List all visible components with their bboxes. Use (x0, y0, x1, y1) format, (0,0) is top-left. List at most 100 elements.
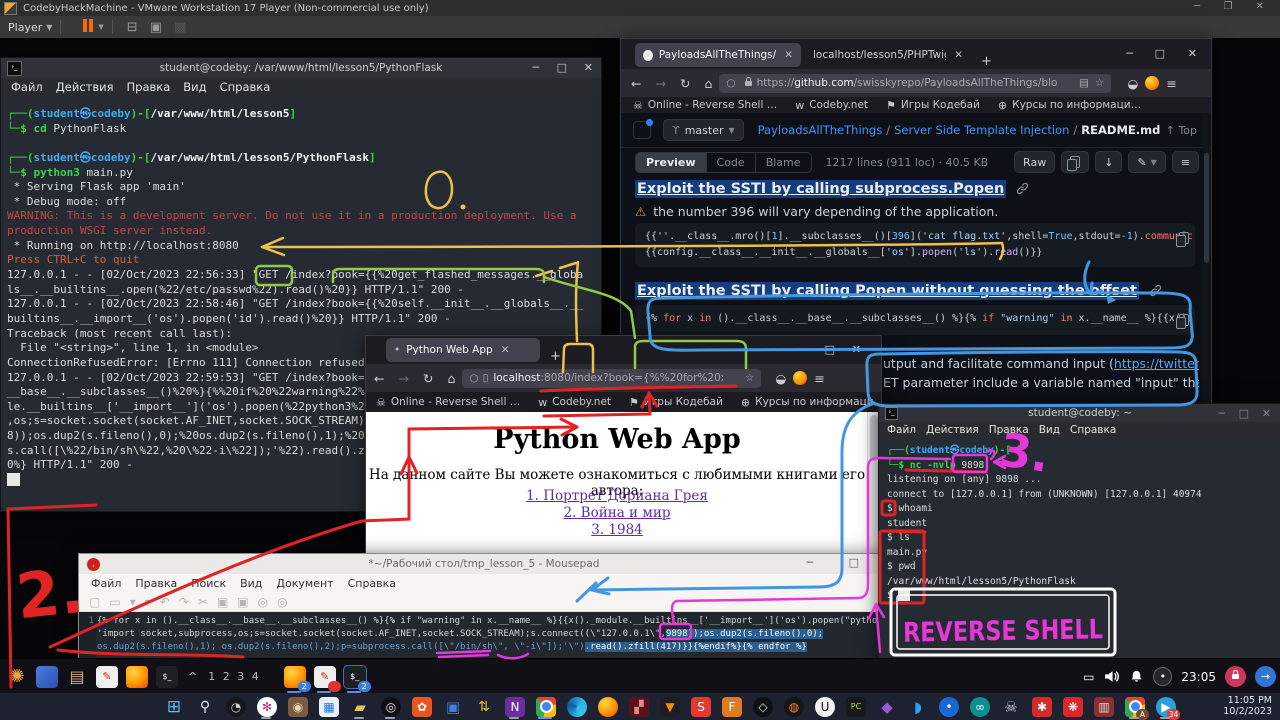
sidebar-toggle-icon[interactable] (633, 121, 651, 139)
maroon-app-icon[interactable]: ▞ (628, 696, 650, 718)
gauge-app-icon[interactable]: ◔ (225, 696, 247, 718)
notifications-bell-icon[interactable] (1129, 669, 1144, 684)
display-icon[interactable]: ▭ (1083, 670, 1094, 684)
tab-payloadsallthethings[interactable]: PayloadsAllTheThings/Se ✕ (635, 43, 801, 67)
location-pin-icon[interactable]: • (938, 696, 960, 718)
outline-button[interactable]: ≡ (1172, 151, 1199, 173)
minimize-button[interactable]: ─ (802, 343, 809, 356)
toolbox-app-icon[interactable]: ▥ (1093, 696, 1115, 718)
forward-button[interactable]: → (398, 371, 408, 386)
editor-code[interactable]: {% for x in ().__class__.__base__.__subc… (97, 615, 889, 658)
save-icon[interactable]: ▾ (130, 595, 136, 609)
menu-search[interactable]: Поиск (191, 577, 226, 590)
book-link-2[interactable]: 2. Война и мир (366, 505, 868, 522)
tab-close-icon[interactable]: ✕ (784, 49, 793, 61)
menu-file[interactable]: Файл (887, 424, 916, 436)
chrome-profile-icon[interactable]: A (1124, 696, 1146, 718)
back-to-top-link[interactable]: ↑ Top (1166, 124, 1197, 137)
home-button[interactable]: ⌂ (447, 371, 455, 386)
minimize-button[interactable]: ─ (1218, 407, 1225, 420)
telegram-icon[interactable]: ▶34 (1155, 696, 1177, 718)
codeby-menu-icon[interactable]: ✺ (4, 664, 30, 690)
minimize-button[interactable]: ─ (532, 61, 539, 74)
minimize-button[interactable]: ─ (1126, 47, 1133, 60)
menu-help[interactable]: Справка (1070, 424, 1116, 436)
portrait-app-icon[interactable]: ◉ (287, 696, 309, 718)
file-manager-icon[interactable]: ▤ (64, 664, 90, 690)
chrome-icon[interactable] (535, 696, 557, 718)
tab-preview[interactable]: Preview (636, 153, 707, 172)
text-editor-icon[interactable]: ✎ (94, 664, 120, 690)
dark-ring-app-icon[interactable]: ◎ (380, 696, 402, 718)
window-controls[interactable]: ─ □ (806, 556, 875, 569)
bookmark-games[interactable]: ⚑Игры Кодебай (886, 99, 980, 112)
tab-close-icon[interactable]: ✕ (501, 344, 510, 356)
firefox-icon[interactable] (124, 664, 150, 690)
raw-button[interactable]: Raw (1014, 151, 1055, 173)
address-bar[interactable]: ○ https://github.com/swisskyrepo/Payload… (719, 74, 1111, 93)
red-gear-app-icon[interactable]: ✱ (1031, 696, 1053, 718)
menu-actions[interactable]: Действия (56, 80, 114, 94)
code-block-2[interactable]: {% for x in ().__class__.__base__.__subc… (635, 305, 1195, 335)
fullscreen-icon[interactable]: ▣ (150, 20, 162, 35)
back-button[interactable]: ← (374, 371, 384, 386)
copy-code-icon[interactable] (1179, 311, 1189, 330)
mousepad-task[interactable]: ✎ (312, 664, 338, 690)
bookmark-star-icon[interactable]: ☆ (1095, 77, 1104, 89)
reload-button[interactable]: ↻ (680, 76, 690, 91)
skull-app-icon[interactable]: ☠ (1000, 696, 1022, 718)
menu-hamburger-icon[interactable]: ≡ (1166, 76, 1176, 91)
forward-button[interactable]: → (655, 76, 665, 91)
menu-edit[interactable]: Правка (135, 577, 177, 590)
fl-app-icon[interactable]: F (721, 696, 743, 718)
menu-view[interactable]: Вид (183, 80, 206, 94)
copy-raw-button[interactable] (1061, 151, 1089, 173)
updates-arrow-icon[interactable]: → (1255, 666, 1276, 687)
copy-icon[interactable]: ▣ (217, 595, 228, 609)
orange-gear-app-icon[interactable]: ✿ (411, 696, 433, 718)
menu-help[interactable]: Справка (220, 80, 271, 94)
blender-icon[interactable]: ◍ (783, 696, 805, 718)
search-icon[interactable]: ⚲ (194, 696, 216, 718)
slack-app-icon[interactable]: ✻ (256, 696, 278, 718)
paste-icon[interactable]: ▣ (237, 595, 248, 609)
breadcrumb-section[interactable]: Server Side Template Injection (894, 123, 1069, 137)
firefox-account-icon[interactable] (793, 371, 807, 385)
maximize-button[interactable]: □ (1239, 407, 1249, 420)
reload-button[interactable]: ↻ (423, 371, 433, 386)
mousepad-editor[interactable]: 1 {% for x in ().__class__.__base__.__su… (79, 612, 889, 658)
search-replace-icon[interactable]: ◎ (277, 595, 287, 609)
workspace-switcher[interactable]: 1 2 3 4 (208, 670, 260, 683)
edit-button[interactable]: ✎ ▼ (1128, 151, 1165, 173)
menu-edit[interactable]: Правка (127, 80, 171, 94)
calendar-app-icon[interactable]: ▦ (318, 696, 340, 718)
menu-actions[interactable]: Действия (926, 424, 979, 436)
terminal-task[interactable]: $_2 (342, 664, 368, 690)
edge-icon[interactable] (566, 696, 588, 718)
bookmark-reverse-shell[interactable]: ☠Online - Reverse Shell … (633, 99, 777, 112)
cut-icon[interactable]: ✂ (198, 595, 208, 609)
terminal-icon[interactable]: $_ (154, 664, 180, 690)
unity-icon[interactable]: ◇ (752, 696, 774, 718)
tab-python-web-app[interactable]: • Python Web App ✕ (386, 338, 540, 362)
bookmark-games[interactable]: ⚑Игры Кодебай (629, 396, 723, 409)
firefox-task[interactable]: 2 (282, 664, 308, 690)
address-bar[interactable]: ○ ▯ localhost:8080/index?book={%%20for%2… (462, 369, 761, 388)
close-button[interactable]: ✕ (852, 343, 861, 356)
suspend-button[interactable] (83, 19, 95, 35)
vmware-window-controls[interactable]: ─ ❐ ✕ (1194, 1, 1274, 12)
bookmark-codeby[interactable]: wCodeby.net (538, 396, 611, 409)
close-button[interactable]: ✕ (584, 61, 593, 74)
breadcrumb-repo[interactable]: PayloadsAllTheThings (758, 123, 883, 137)
tab-blame[interactable]: Blame (756, 153, 811, 172)
bookmark-star-icon[interactable]: ☆ (745, 372, 754, 384)
undo-icon[interactable]: ↶ (160, 595, 170, 609)
red-gear-app-icon-2[interactable]: ❋ (1062, 696, 1084, 718)
book-link-1[interactable]: 1. Портрет Дориана Грея (366, 488, 868, 505)
windows-clock[interactable]: 11:05 PM 10/2/2023 (1223, 696, 1272, 717)
tab-code[interactable]: Code (707, 153, 756, 172)
branch-selector[interactable]: ϒ master ▼ (663, 119, 744, 141)
save-as-icon[interactable]: ▾ (145, 595, 151, 609)
new-doc-icon[interactable]: ▢ (89, 595, 100, 609)
pycharm-icon[interactable]: PC (845, 696, 867, 718)
